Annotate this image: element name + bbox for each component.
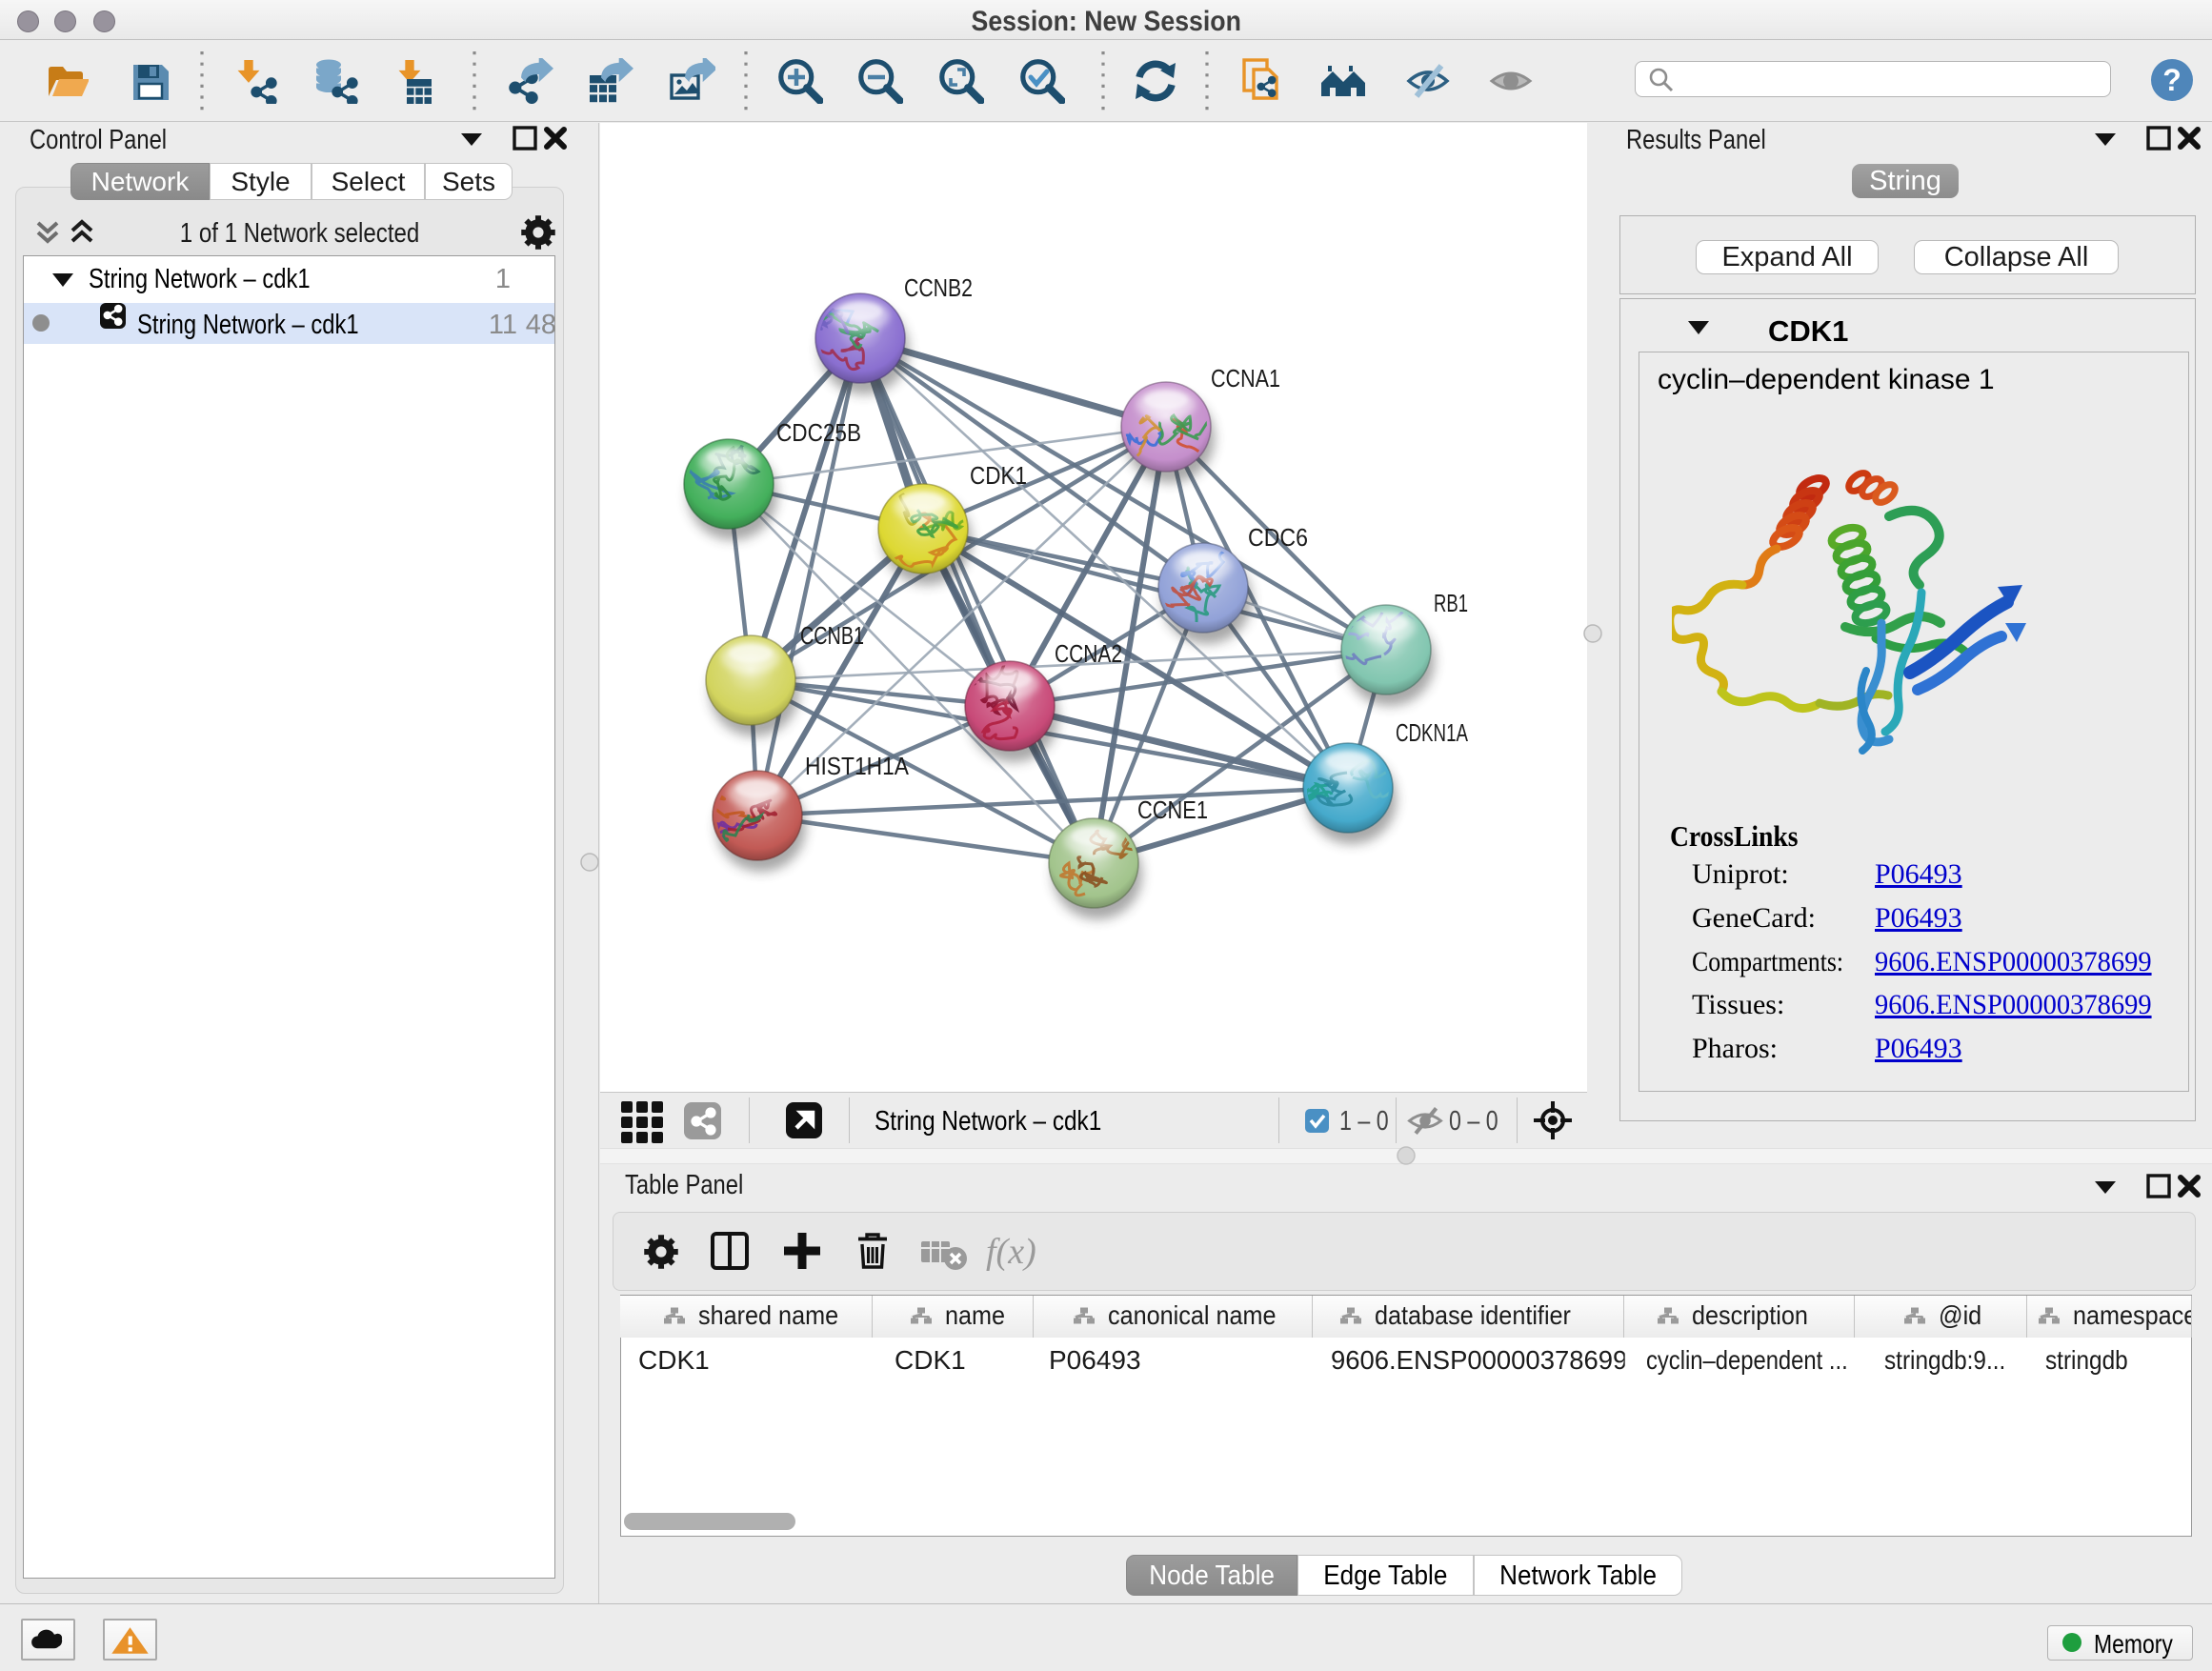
svg-text:CDKN1A: CDKN1A bbox=[1396, 718, 1468, 747]
svg-text:HIST1H1A: HIST1H1A bbox=[805, 752, 910, 780]
svg-text:CDC6: CDC6 bbox=[1248, 523, 1308, 552]
svg-text:CDC25B: CDC25B bbox=[776, 418, 861, 447]
svg-text:CCNB2: CCNB2 bbox=[904, 273, 973, 302]
svg-text:CCNE1: CCNE1 bbox=[1137, 795, 1208, 824]
svg-text:CCNA2: CCNA2 bbox=[1055, 639, 1122, 668]
svg-text:CCNA1: CCNA1 bbox=[1211, 364, 1280, 393]
svg-text:CCNB1: CCNB1 bbox=[800, 621, 864, 650]
svg-text:RB1: RB1 bbox=[1434, 589, 1468, 617]
svg-text:CDK1: CDK1 bbox=[970, 461, 1027, 490]
